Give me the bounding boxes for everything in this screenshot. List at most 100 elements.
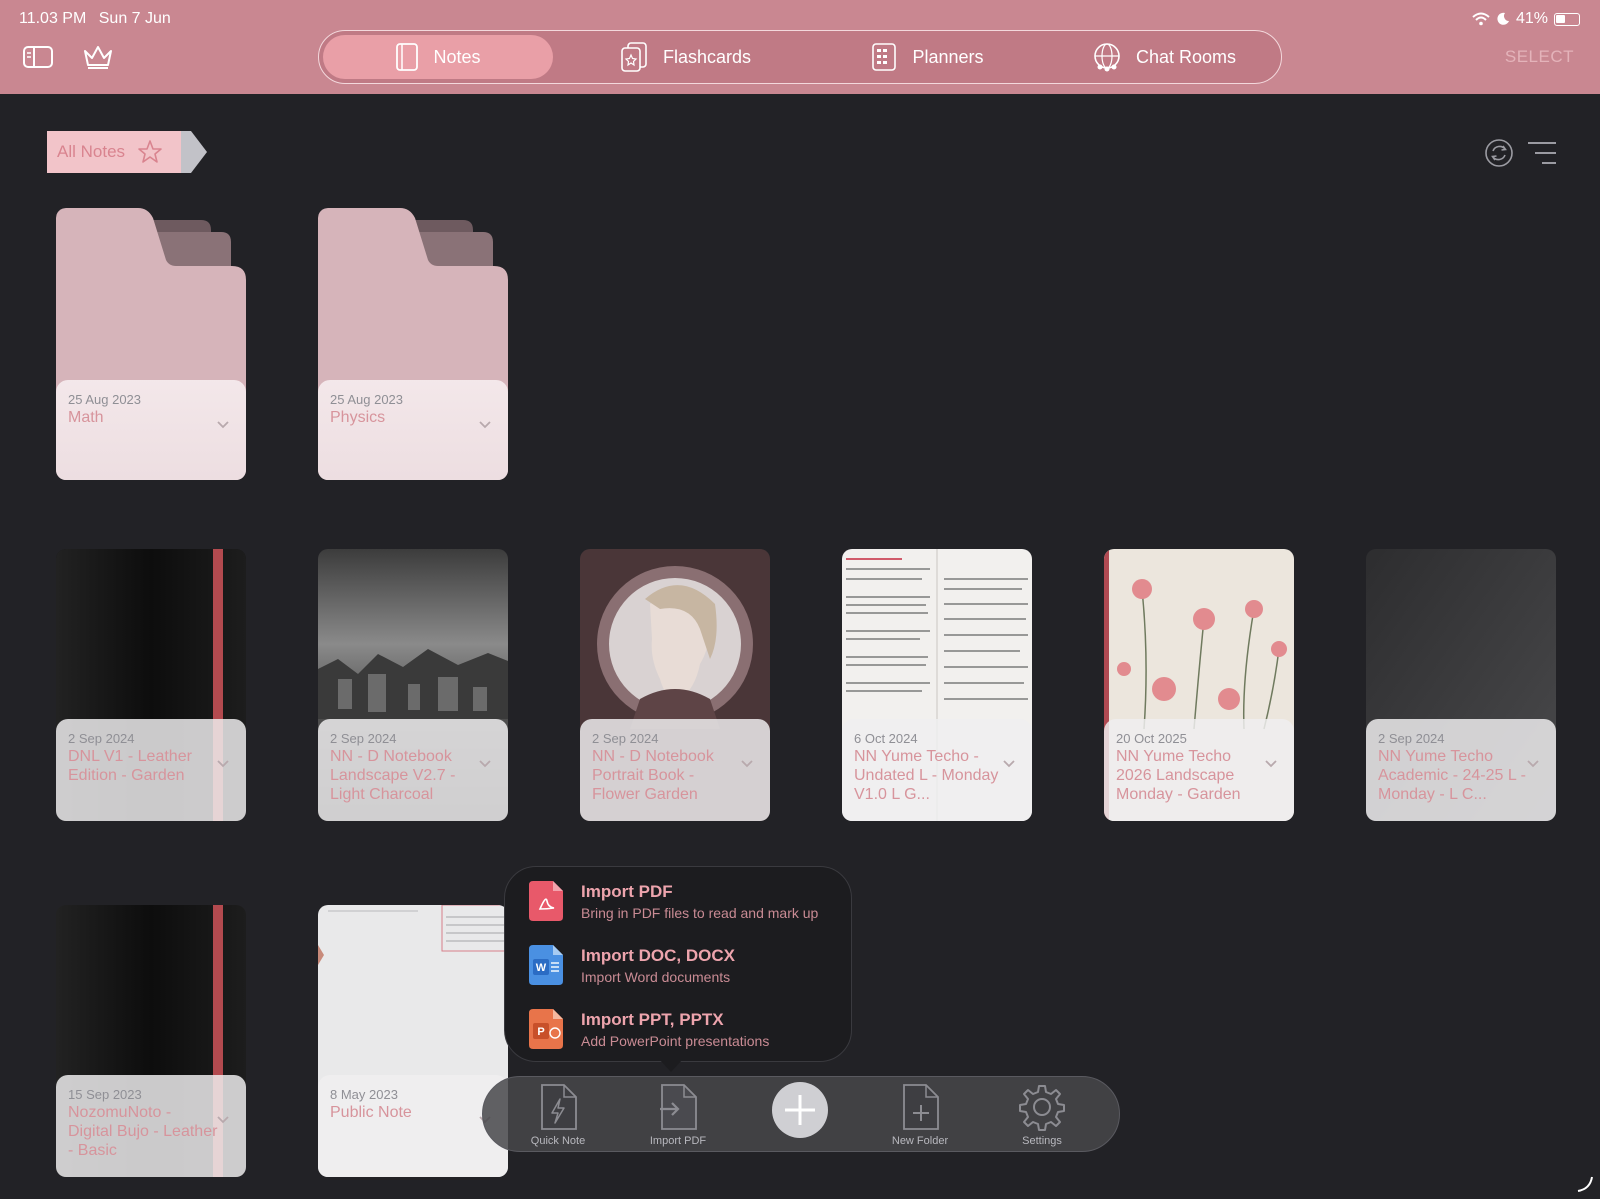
tab-planners-label: Planners [912,46,984,67]
new-folder-icon [903,1084,939,1130]
tab-notes-label: Notes [433,46,481,67]
settings-button[interactable]: Settings [997,1083,1087,1147]
notebook-date: 2 Sep 2024 [592,731,659,746]
chevron-down-icon[interactable] [1526,759,1540,769]
chevron-down-icon[interactable] [216,1115,230,1125]
notebook-card[interactable]: 6 Oct 2024 NN Yume Techo - Undated L - M… [842,549,1032,821]
battery-icon [1554,12,1580,26]
resize-corner-icon [1577,1176,1593,1192]
quick-note-button[interactable]: Quick Note [513,1083,603,1147]
import-file-icon [660,1084,697,1130]
notebook-date: 20 Oct 2025 [1116,731,1187,746]
tab-chat-rooms-label: Chat Rooms [1135,46,1237,67]
section-tabs: Notes Flashcards Planners Chat Rooms [318,30,1282,84]
import-pdf-label: Import PDF [649,1135,707,1147]
chevron-down-icon[interactable] [216,420,230,430]
folder-card[interactable]: 25 Aug 2023 Math [56,208,246,480]
add-button[interactable] [772,1082,828,1138]
notebook-title: NN - D Notebook Landscape V2.7 - Light C… [330,748,456,803]
chevron-down-icon[interactable] [1264,759,1278,769]
notebook-date: 6 Oct 2024 [854,731,918,746]
notebook-info: 6 Oct 2024 NN Yume Techo - Undated L - M… [842,719,1032,821]
import-pdf-option[interactable]: Import PDF Bring in PDF files to read an… [529,881,818,921]
notebook-title: NN Yume Techo Academic - 24-25 L - Monda… [1378,748,1526,803]
import-menu-popup: Import PDF Bring in PDF files to read an… [504,866,852,1062]
sort-menu-icon[interactable] [1526,140,1558,166]
notebook-info: 2 Sep 2024 NN Yume Techo Academic - 24-2… [1366,719,1556,821]
folder-date: 25 Aug 2023 [330,392,404,407]
pdf-file-icon [529,881,563,921]
notebook-date: 15 Sep 2023 [68,1087,142,1102]
breadcrumb[interactable]: All Notes [47,131,181,173]
notebook-title: NN Yume Techo 2026 Landscape Monday - Ga… [1116,748,1241,803]
notebook-date: 2 Sep 2024 [68,731,135,746]
notebook-info: 20 Oct 2025 NN Yume Techo 2026 Landscape… [1104,719,1294,821]
powerpoint-file-icon: P [529,1009,563,1049]
notebook-info: 2 Sep 2024 NN - D Notebook Landscape V2.… [318,719,508,821]
flashcards-icon [621,42,647,72]
notebook-title: Public Note [330,1104,412,1121]
tab-planners[interactable]: Planners [827,35,1027,79]
breadcrumb-label: All Notes [57,142,126,161]
folder-date: 25 Aug 2023 [68,392,142,407]
new-folder-button[interactable]: New Folder [875,1083,965,1147]
notebook-card[interactable]: 2 Sep 2024 DNL V1 - Leather Edition - Ga… [56,549,246,821]
notebook-icon [396,43,419,71]
refresh-icon[interactable] [1484,138,1514,168]
wifi-icon [1472,12,1490,26]
plus-icon [785,1095,815,1125]
tab-notes[interactable]: Notes [323,35,553,79]
folder-info: 25 Aug 2023 Math [56,380,246,480]
globe-people-icon [1094,43,1120,72]
notebook-date: 8 May 2023 [330,1087,398,1102]
import-pptx-subtitle: Add PowerPoint presentations [581,1032,770,1049]
tab-chat-rooms[interactable]: Chat Rooms [1059,35,1269,79]
folder-info: 25 Aug 2023 Physics [318,380,508,480]
tab-flashcards-label: Flashcards [662,46,752,67]
planner-icon [872,43,897,71]
notebook-info: 2 Sep 2024 DNL V1 - Leather Edition - Ga… [56,719,246,821]
svg-text:W: W [536,962,547,974]
status-time: 11.03 PM [19,10,87,27]
chevron-down-icon[interactable] [216,759,230,769]
notebook-info: 2 Sep 2024 NN - D Notebook Portrait Book… [580,719,770,821]
import-pptx-title: Import PPT, PPTX [581,1009,724,1029]
notebook-title: NN Yume Techo - Undated L - Monday V1.0 … [854,748,999,803]
quick-note-label: Quick Note [530,1135,586,1147]
notebook-card[interactable]: 8 May 2023 Public Note [318,905,508,1177]
gear-icon [1019,1085,1065,1131]
import-pptx-option[interactable]: P Import PPT, PPTX Add PowerPoint presen… [529,1009,769,1049]
crown-icon[interactable] [82,43,114,71]
notebook-title: DNL V1 - Leather Edition - Garden [68,748,192,784]
folder-title: Math [68,409,104,426]
folder-title: Physics [330,409,386,426]
notebook-date: 2 Sep 2024 [1378,731,1445,746]
settings-label: Settings [1022,1135,1062,1147]
chevron-down-icon[interactable] [478,759,492,769]
lightning-file-icon [541,1084,577,1130]
sidebar-toggle-icon[interactable] [22,44,54,70]
import-pdf-subtitle: Bring in PDF files to read and mark up [581,904,819,921]
notebook-card[interactable]: 2 Sep 2024 NN - D Notebook Landscape V2.… [318,549,508,821]
word-file-icon: W [529,945,563,985]
popup-pointer [658,1058,684,1072]
notebook-card[interactable]: 20 Oct 2025 NN Yume Techo 2026 Landscape… [1104,549,1294,821]
import-docx-option[interactable]: W Import DOC, DOCX Import Word documents [529,945,735,985]
import-pdf-title: Import PDF [581,881,673,901]
folder-card[interactable]: 25 Aug 2023 Physics [318,208,508,480]
moon-icon [1497,12,1509,25]
notebook-card[interactable]: 2 Sep 2024 NN - D Notebook Portrait Book… [580,549,770,821]
notebook-card[interactable]: 15 Sep 2023 NozomuNoto - Digital Bujo - … [56,905,246,1177]
chevron-down-icon[interactable] [478,420,492,430]
notebook-title: NozomuNoto - Digital Bujo - Leather - Ba… [68,1104,218,1159]
battery-percent: 41% [1515,10,1548,27]
breadcrumb-arrow-tip [181,131,207,173]
notebook-info: 8 May 2023 Public Note [318,1075,508,1177]
notebook-card[interactable]: 2 Sep 2024 NN Yume Techo Academic - 24-2… [1366,549,1556,821]
chevron-down-icon[interactable] [1002,759,1016,769]
star-icon[interactable] [137,139,163,165]
import-pdf-button[interactable]: Import PDF [633,1083,723,1147]
select-button[interactable]: SELECT [1505,47,1574,67]
tab-flashcards[interactable]: Flashcards [585,35,785,79]
chevron-down-icon[interactable] [740,759,754,769]
